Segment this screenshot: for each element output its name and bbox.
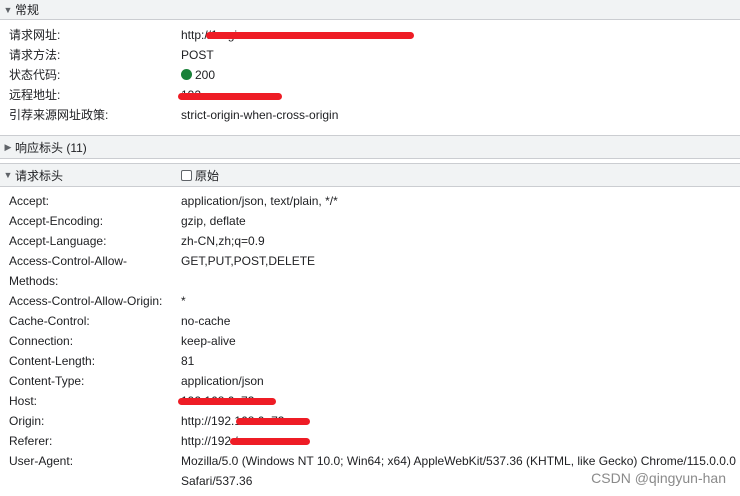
raw-toggle[interactable]: 原始 <box>181 165 219 185</box>
response-headers-title: 响应标头 (11) <box>15 140 87 155</box>
header-row-acam: Access-Control-Allow- GET,PUT,POST,DELET… <box>9 254 316 268</box>
csdn-watermark: CSDN @qingyun-han <box>591 470 726 486</box>
caret-right-icon[interactable]: ▶ <box>1 142 15 153</box>
general-row-status: 状态代码: 200 <box>9 68 216 82</box>
header-row-accept-encoding: Accept-Encoding: gzip, deflate <box>9 214 246 228</box>
header-row-acao: Access-Control-Allow-Origin: * <box>9 294 186 308</box>
header-row-referer: Referer: http://192 / <box>9 434 238 448</box>
general-row-method: 请求方法: POST <box>9 48 214 62</box>
status-ok-icon <box>181 69 192 80</box>
header-row-origin: Origin: http://192.168.0. 73 <box>9 414 285 428</box>
raw-label: 原始 <box>195 168 220 183</box>
general-row-referrer-policy: 引荐来源网址政策: strict-origin-when-cross-origi… <box>9 108 339 122</box>
redaction-mark <box>178 398 276 405</box>
caret-down-icon[interactable]: ▼ <box>1 5 15 15</box>
header-row-content-type: Content-Type: application/json <box>9 374 264 388</box>
header-row-cache-control: Cache-Control: no-cache <box>9 314 231 328</box>
redaction-mark <box>236 418 310 425</box>
header-row-user-agent: User-Agent: Mozilla/5.0 (Windows NT 10.0… <box>9 454 736 468</box>
caret-down-icon[interactable]: ▼ <box>1 170 15 180</box>
header-row-content-length: Content-Length: 81 <box>9 354 195 368</box>
request-headers-section-header[interactable]: ▼ 请求标头 原始 <box>0 163 740 187</box>
header-row-host: Host: 192.168.0. 73 <box>9 394 254 408</box>
raw-checkbox[interactable] <box>181 169 192 181</box>
redaction-mark <box>230 438 310 445</box>
redaction-mark <box>178 93 282 100</box>
status-code: 200 <box>195 68 216 82</box>
header-row-accept: Accept: application/json, text/plain, */… <box>9 194 338 208</box>
request-headers-title: 请求标头 <box>15 168 64 183</box>
redaction-mark <box>206 32 414 39</box>
header-row-connection: Connection: keep-alive <box>9 334 236 348</box>
general-section-header[interactable]: ▼ 常规 <box>0 0 740 20</box>
general-row-remote-address: 远程地址: 192. <box>9 88 204 102</box>
header-row-acam-cont: Methods: <box>9 274 59 288</box>
header-row-accept-language: Accept-Language: zh-CN,zh;q=0.9 <box>9 234 265 248</box>
response-headers-section-header[interactable]: ▶ 响应标头 (11) <box>0 135 740 159</box>
general-section-title: 常规 <box>15 3 40 17</box>
